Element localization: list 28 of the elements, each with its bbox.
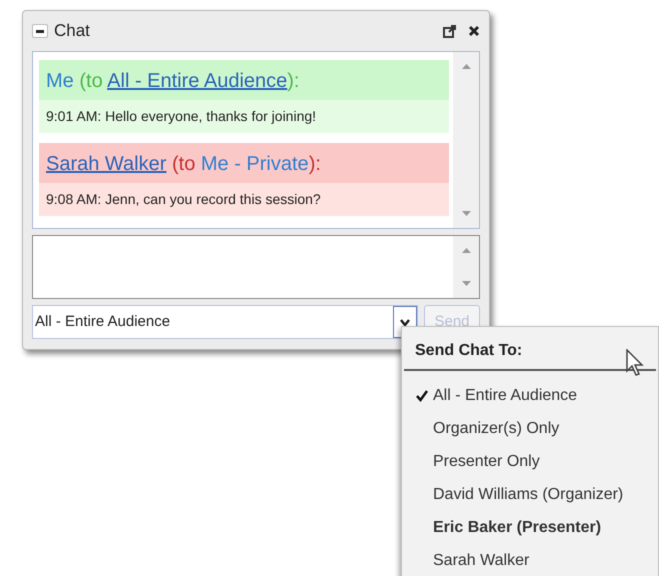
chevron-down-icon [400,318,410,326]
recipient-dropdown[interactable]: All - Entire Audience [32,305,418,339]
scroll-down-icon[interactable] [462,211,470,216]
minimize-button[interactable] [32,24,48,38]
minus-icon [36,30,44,32]
menu-item[interactable]: Presenter Only [402,445,658,478]
menu-item[interactable]: Organizer(s) Only [402,412,658,445]
cursor-icon [626,349,644,377]
sender-link[interactable]: Sarah Walker [46,153,166,175]
scroll-down-icon[interactable] [462,281,470,286]
message-header: Me (to All - Entire Audience): [39,60,449,100]
scroll-up-icon[interactable] [462,64,470,69]
window-title: Chat [54,20,90,42]
scrollbar[interactable] [453,236,479,298]
message-header: Sarah Walker (to Me - Private): [39,143,449,183]
recipient-link[interactable]: All - Entire Audience [107,70,288,92]
menu-item[interactable]: David Williams (Organizer) [402,478,658,511]
pop-out-icon[interactable] [443,24,456,38]
message-text: 9:01 AM: Hello everyone, thanks for joining! [45,107,318,126]
menu-title: Send Chat To: [415,342,522,359]
menu-item[interactable]: Sarah Walker [402,544,658,576]
close-icon[interactable] [468,25,480,37]
scrollbar[interactable] [453,52,479,228]
message-input[interactable] [32,235,480,299]
menu-item[interactable]: Eric Baker (Presenter) [402,511,658,544]
menu-item[interactable]: All - Entire Audience [402,379,658,412]
scroll-up-icon[interactable] [462,248,470,253]
message-text: 9:08 AM: Jenn, can you record this session? [45,190,322,209]
